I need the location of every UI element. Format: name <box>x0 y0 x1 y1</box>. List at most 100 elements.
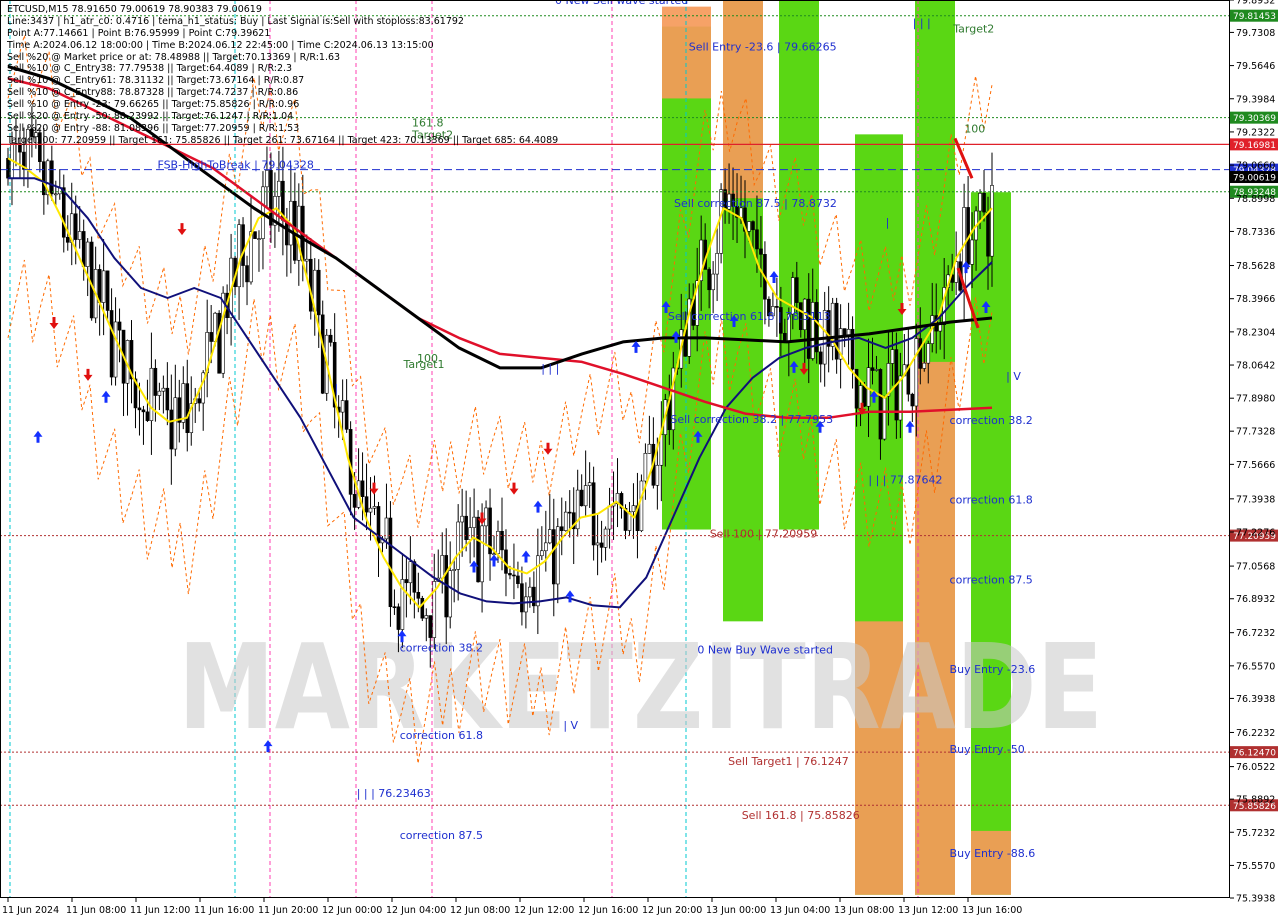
buy-arrow-icon <box>905 420 915 433</box>
candle-body <box>209 332 213 342</box>
y-tick-label: 75.5570 <box>1236 861 1275 872</box>
chart-annotation: | | | 76.23463 <box>357 787 431 800</box>
x-tick-label: 12 Jun 16:00 <box>578 905 638 916</box>
y-tick-label: 78.7336 <box>1236 227 1275 238</box>
chart-annotation: Target2 <box>952 23 994 36</box>
x-tick-label: 12 Jun 04:00 <box>386 905 446 916</box>
candle-body <box>918 338 923 369</box>
chart-annotation: correction 61.8 <box>400 729 483 742</box>
candle-body <box>563 511 568 531</box>
y-tick-label: 78.2304 <box>1236 327 1275 338</box>
candle-body <box>277 180 281 197</box>
candle-body <box>512 574 516 577</box>
candle-body <box>149 367 154 421</box>
candle-body <box>607 505 612 530</box>
buy-arrow-icon <box>565 590 575 603</box>
y-tick-label: 77.0568 <box>1236 562 1275 573</box>
sell-arrow-icon <box>543 442 553 455</box>
y-tick-label: 78.8998 <box>1236 194 1275 205</box>
candle-body <box>818 351 823 365</box>
candle-body <box>197 398 202 404</box>
chart-annotation: Sell Entry -23.6 | 79.66265 <box>689 41 837 54</box>
buy-arrow-icon <box>33 430 43 443</box>
candle-body <box>109 310 114 378</box>
candle-body <box>970 239 974 265</box>
candle-body <box>424 615 429 619</box>
y-tick-label: 79.2322 <box>1236 127 1275 138</box>
x-tick-label: 13 Jun 04:00 <box>770 905 830 916</box>
y-tick-label: 76.0522 <box>1236 762 1275 773</box>
chart-annotation: | <box>335 382 339 395</box>
y-tick-label: 76.5570 <box>1236 661 1275 672</box>
candle-body <box>105 270 110 311</box>
chart-annotation: 0 New Buy Wave started <box>697 643 833 656</box>
sell-arrow-icon <box>83 368 93 381</box>
candle-body <box>794 277 799 303</box>
candle-body <box>599 542 604 548</box>
chart-annotation: | | | 77.87642 <box>868 474 942 487</box>
candle-body <box>910 393 915 407</box>
y-tick-label: 76.3938 <box>1236 694 1275 705</box>
chart-annotation: correction 38.2 <box>950 414 1033 427</box>
chart-annotation: Sell correction 61.8 | 78.3113 <box>668 310 831 323</box>
info-line: Sell %20 @ Market price or at: 78.48988 … <box>7 51 341 63</box>
chart-annotation: | V <box>1006 370 1021 383</box>
candle-body <box>50 160 54 195</box>
candle-body <box>846 328 851 336</box>
candle-body <box>890 349 895 364</box>
candle-body <box>97 269 102 303</box>
candle-body <box>715 253 719 275</box>
candle-body <box>631 505 636 513</box>
info-line: ETCUSD,M15 78.91650 79.00619 78.90383 79… <box>7 4 262 15</box>
candle-body <box>73 213 78 240</box>
candle-body <box>464 515 468 540</box>
chart-annotation: Buy Entry -88.6 <box>950 847 1036 860</box>
buy-arrow-icon <box>489 554 499 567</box>
y-tick-label: 79.0660 <box>1236 161 1275 172</box>
candle-body <box>165 387 170 411</box>
candle-body <box>878 369 883 440</box>
candle-body <box>65 236 70 243</box>
chart-annotation: | V <box>563 719 578 732</box>
candle-body <box>428 615 433 638</box>
chart-annotation: Sell 100 | 77.20959 <box>710 528 818 541</box>
x-tick-label: 12 Jun 08:00 <box>450 905 510 916</box>
candle-body <box>81 231 86 267</box>
candle-body <box>476 516 480 583</box>
x-tick-label: 13 Jun 00:00 <box>706 905 766 916</box>
candle-body <box>587 482 592 486</box>
candle-body <box>153 367 158 396</box>
info-line: Sell %10 @ C_Entry88: 78.87328 || Target… <box>7 87 299 99</box>
candle-body <box>253 231 257 239</box>
candle-body <box>368 507 373 513</box>
y-tick-label: 75.3938 <box>1236 894 1275 905</box>
chart-annotation: Sell correction 87.5 | 78.8732 <box>674 197 837 210</box>
candle-body <box>986 211 990 257</box>
info-line: Sell %10 @ Entry -23: 79.66265 || Target… <box>7 99 300 111</box>
candle-body <box>922 362 927 369</box>
candle-body <box>101 270 106 303</box>
candle-body <box>595 542 600 546</box>
candle-body <box>352 494 357 508</box>
candle-body <box>579 489 584 507</box>
candle-body <box>982 193 986 213</box>
candle-body <box>344 400 349 430</box>
candle-body <box>340 400 345 413</box>
candle-body <box>89 241 94 319</box>
info-line: Target100: 77.20959 || Target 161: 75.85… <box>7 134 559 146</box>
chart-annotation: Sell 161.8 | 75.85826 <box>742 809 860 822</box>
y-tick-label: 77.5666 <box>1236 460 1275 471</box>
candle-body <box>448 570 453 618</box>
candle-body <box>583 485 588 507</box>
candle-body <box>257 238 261 240</box>
candle-body <box>567 511 572 514</box>
candle-body <box>528 586 532 598</box>
candle-body <box>137 407 142 411</box>
chart-annotation: 100 <box>964 122 985 135</box>
candle-body <box>77 231 82 240</box>
y-tick-label: 78.5628 <box>1236 261 1275 272</box>
x-tick-label: 12 Jun 00:00 <box>322 905 382 916</box>
chart-annotation: Buy Entry -23.6 <box>950 663 1036 676</box>
x-tick-label: 11 Jun 2024 <box>2 905 59 916</box>
chart-annotation: Sell Target1 | 76.1247 <box>728 755 849 768</box>
